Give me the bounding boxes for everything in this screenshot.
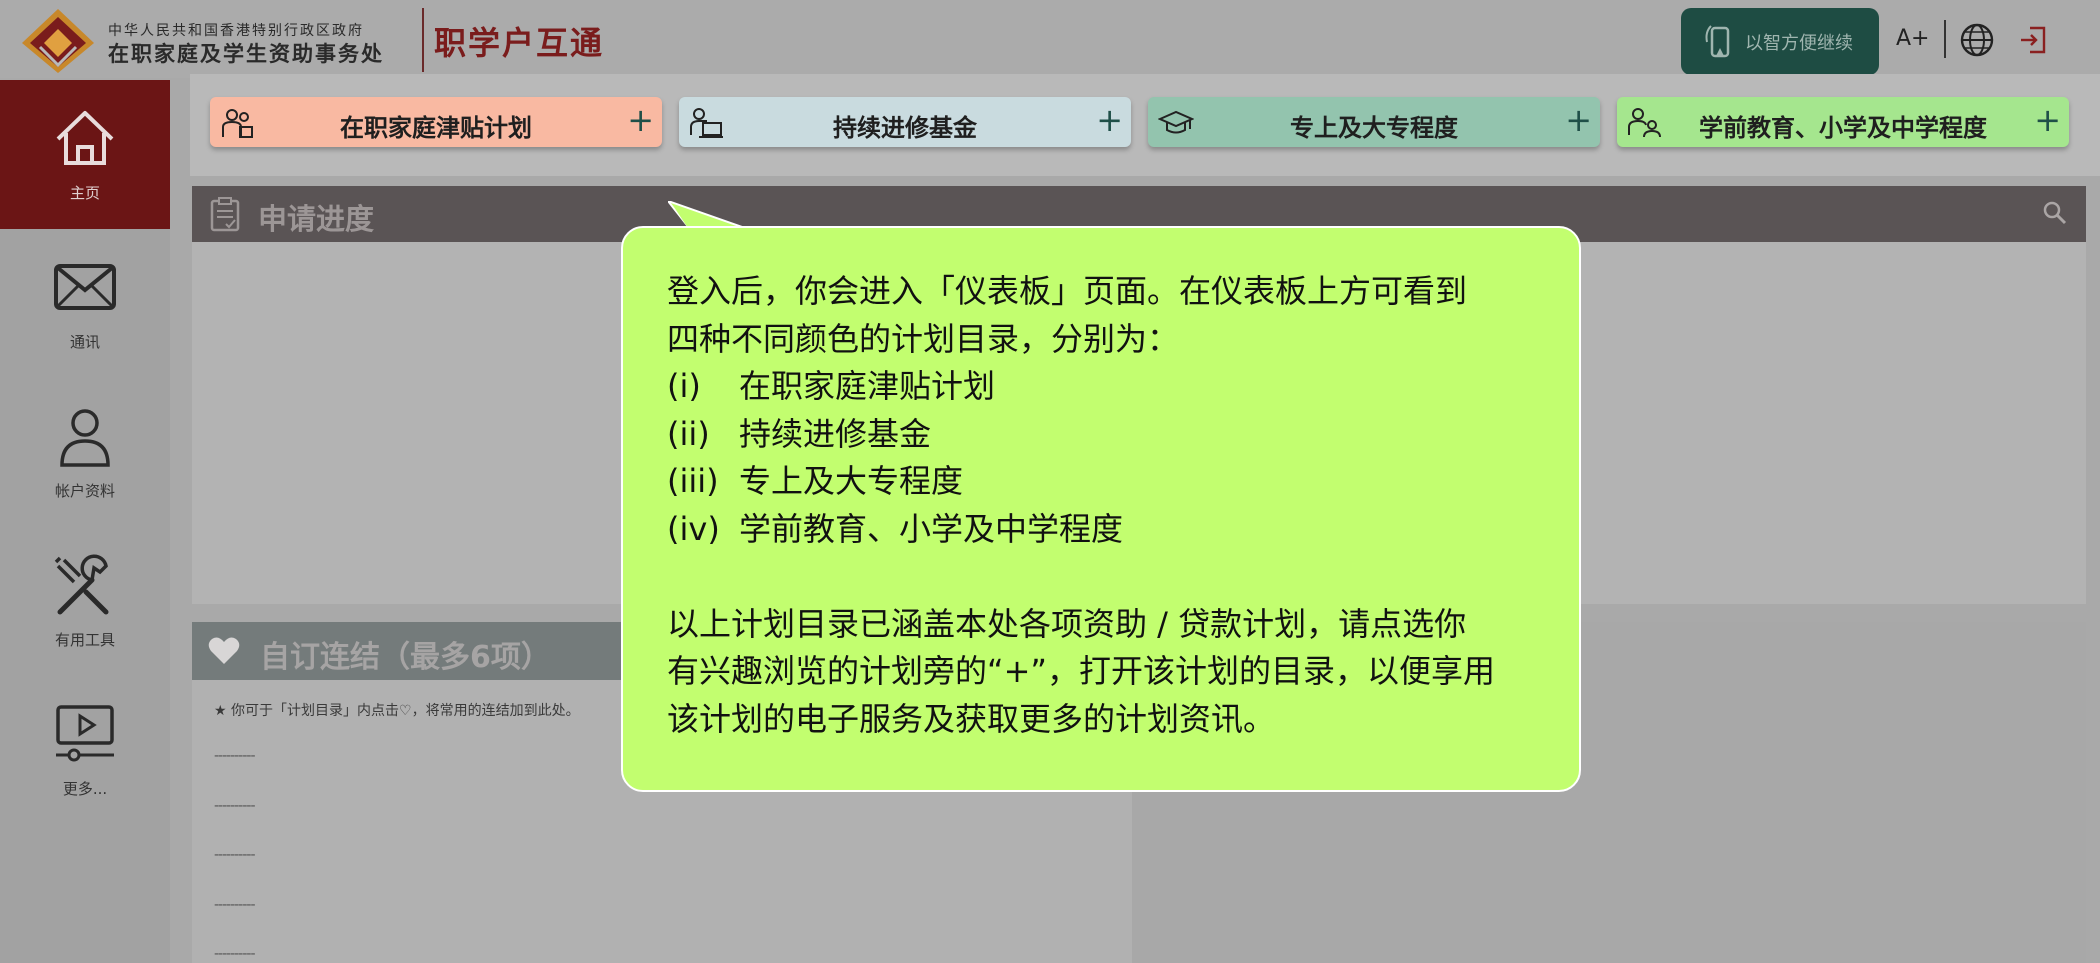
portal-brand: 职学户互通 [434,24,605,62]
gov-title: 中华人民共和国香港特别行政区政府 [108,23,364,39]
language-globe-icon[interactable] [1960,23,1994,57]
presenter-icon [690,108,723,138]
tutorial-callout: 登入后，你会进入「仪表板」页面。在仪表板上方可看到 四种不同颜色的计划目录，分别… [621,226,1581,792]
scheme-tab-label: 持续进修基金 [833,114,977,142]
callout-list-item: (iv) 学前教育、小学及中学程度 [667,509,1124,548]
iamsmart-phone-icon [1705,25,1730,58]
custom-links-note: ★ 你可于「计划目录」内点击♡，将常用的连结加到此处。 [214,703,580,719]
sidebar-item-label: 帐户资料 [54,482,115,500]
expand-plus-icon[interactable]: + [1565,101,1592,139]
scheme-tab-wfa[interactable]: 在职家庭津贴计划 + [210,97,662,147]
scheme-tab-school[interactable]: 学前教育、小学及中学程度 + [1617,97,2069,147]
mail-icon [54,264,116,310]
custom-links-title: 自订连结（最多6项） [260,640,551,675]
clipboard-icon [210,197,240,232]
iamsmart-button[interactable]: 以智方便继续 [1681,8,1879,75]
scheme-tab-cef[interactable]: 持续进修基金 + [679,97,1131,147]
sidebar-item-label: 通讯 [69,333,100,351]
header-divider [422,8,424,72]
wfsfaa-logo-icon[interactable] [20,7,96,75]
graduation-cap-icon [1158,110,1194,134]
scheme-tab-label: 专上及大专程度 [1290,114,1458,142]
link-placeholder: ---------- [214,897,256,913]
sidebar-item-label: 更多... [62,780,108,798]
header-bar: 中华人民共和国香港特别行政区政府 在职家庭及学生资助事务处 职学户互通 以智方便… [0,0,2100,78]
callout-list-item: (i) 在职家庭津贴计划 [667,367,996,405]
sidebar: 主页 通讯 帐户资料 有用工具 更多... [0,80,170,963]
expand-plus-icon[interactable]: + [1096,101,1123,139]
application-progress-title: 申请进度 [258,202,375,236]
sidebar-item-tools[interactable]: 有用工具 [0,527,170,676]
header-separator [1944,20,1946,58]
callout-outro-line: 该计划的电子服务及获取更多的计划资讯。 [667,699,1276,738]
tools-icon [54,554,109,615]
callout-outro-line: 以上计划目录已涵盖本处各项资助 / 贷款计划，请点选你 [667,604,1467,643]
sidebar-item-label: 主页 [69,184,100,202]
sidebar-item-more[interactable]: 更多... [0,676,170,825]
callout-intro-line: 登入后，你会进入「仪表板」页面。在仪表板上方可看到 [667,272,1468,310]
scheme-tab-tertiary[interactable]: 专上及大专程度 + [1148,97,1600,147]
family-icon [222,109,253,138]
callout-list-item: (iii) 专上及大专程度 [667,462,964,500]
logout-icon[interactable] [2018,25,2048,55]
link-placeholder: ---------- [214,748,256,764]
user-icon [60,409,110,467]
callout-text: 登入后，你会进入「仪表板」页面。在仪表板上方可看到 四种不同颜色的计划目录，分别… [667,268,1547,743]
video-icon [56,705,114,762]
expand-plus-icon[interactable]: + [2034,101,2061,139]
scheme-tab-label: 在职家庭津贴计划 [340,114,532,142]
iamsmart-label: 以智方便继续 [1745,33,1853,54]
students-icon [1628,108,1661,138]
sidebar-item-messages[interactable]: 通讯 [0,229,170,378]
link-placeholder: ---------- [214,946,256,962]
sidebar-item-home[interactable]: 主页 [0,80,170,229]
sidebar-item-account[interactable]: 帐户资料 [0,378,170,527]
callout-outro-line: 有兴趣浏览的计划旁的“+”，打开该计划的目录，以便享用 [667,652,1495,690]
scheme-tab-label: 学前教育、小学及中学程度 [1699,114,1987,142]
office-title: 在职家庭及学生资助事务处 [108,42,384,66]
link-placeholder: ---------- [214,798,256,814]
scheme-bar: 在职家庭津贴计划 + 持续进修基金 + 专上及大专程度 + 学前教育、小学及中学… [190,74,2100,176]
home-icon [56,111,114,165]
font-size-button[interactable]: A+ [1896,26,1929,51]
search-icon[interactable] [2042,200,2068,226]
heart-icon [208,637,240,664]
callout-intro-line: 四种不同颜色的计划目录，分别为： [667,319,1180,358]
callout-list-item: (ii) 持续进修基金 [667,414,932,453]
expand-plus-icon[interactable]: + [627,101,654,139]
sidebar-item-label: 有用工具 [54,631,115,649]
link-placeholder: ---------- [214,847,256,863]
